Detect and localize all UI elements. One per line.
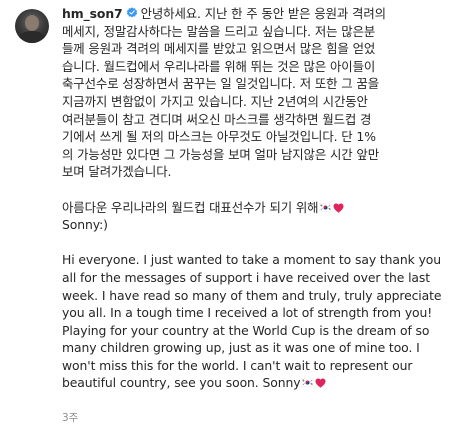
red-heart-icon (315, 378, 326, 389)
caption-english-line-7: won't miss this for the world. I can't w… (62, 357, 413, 373)
caption-english-line-2: all for the messages of support i have r… (62, 269, 431, 285)
south-korea-flag-icon (301, 378, 315, 388)
post-timestamp[interactable]: 3주 (62, 410, 78, 425)
caption-korean-line-7: 여러분들이 참고 견디며 써오신 마스크를 생각하면 월드컵 경 (62, 111, 372, 127)
caption-english-line-6: many children growing up, just as it was… (62, 340, 420, 356)
caption-line-1: hm_son7 안녕하세요. 지난 한 주 동안 받은 응원과 격려의 (62, 5, 442, 23)
caption-english-line-8: beautiful country, see you soon. Sonny (62, 375, 301, 391)
caption-sign-off: Sonny:) (62, 217, 108, 233)
caption-english-line-1: Hi everyone. I just wanted to take a mom… (62, 252, 442, 268)
avatar-face (25, 15, 39, 31)
caption-content: hm_son7 안녕하세요. 지난 한 주 동안 받은 응원과 격려의 메세지, … (62, 5, 442, 392)
south-korea-flag-icon (319, 202, 333, 212)
avatar-shoulders (18, 31, 46, 43)
caption-korean-line-10: 보며 달려가겠습니다. (62, 164, 172, 180)
caption-korean-line-1: 안녕하세요. 지난 한 주 동안 받은 응원과 격려의 (140, 6, 387, 21)
username-link[interactable]: hm_son7 (62, 6, 123, 21)
caption-korean-line-3: 들께 응원과 격려의 메세지를 받았고 읽으면서 많은 힘을 얻었 (62, 41, 376, 57)
caption-korean-closing-line: 아름다운 우리나라의 월드컵 대표선수가 되기 위해 (62, 199, 442, 217)
caption-korean-line-6: 지금까지 변함없이 가지고 있습니다. 지난 2년여의 시간동안 (62, 93, 368, 109)
caption-english-line-3: week. I have read so many of them and tr… (62, 287, 442, 303)
caption-korean-line-8: 기에서 쓰게 될 저의 마스크는 아무것도 아닐것입니다. 단 1% (62, 129, 376, 145)
instagram-caption-post: hm_son7 안녕하세요. 지난 한 주 동안 받은 응원과 격려의 메세지, … (0, 0, 452, 438)
caption-korean-line-5: 축구선수로 성장하면서 꿈꾸는 일 일것입니다. 저 또한 그 꿈을 (62, 76, 380, 92)
caption-korean-closing: 아름다운 우리나라의 월드컵 대표선수가 되기 위해 (62, 199, 319, 215)
caption-english-line-5: Playing for your country at the World Cu… (62, 322, 430, 338)
caption-english-last-line: beautiful country, see you soon. Sonny (62, 374, 442, 392)
red-heart-icon (333, 202, 344, 213)
caption-korean-line-2: 메세지, 정말감사하다는 말씀을 드리고 싶습니다. 저는 많은분 (62, 23, 376, 39)
verified-badge-icon (126, 7, 137, 18)
caption-korean-line-4: 습니다. 월드컵에서 우리나라를 위해 뛰는 것은 많은 아이들이 (62, 58, 376, 74)
profile-avatar[interactable] (15, 9, 49, 43)
caption-english-line-4: you all. In a tough time I received a lo… (62, 305, 433, 321)
caption-korean-line-9: 의 가능성만 있다면 그 가능성을 보며 얼마 남지않은 시간 앞만 (62, 146, 380, 162)
